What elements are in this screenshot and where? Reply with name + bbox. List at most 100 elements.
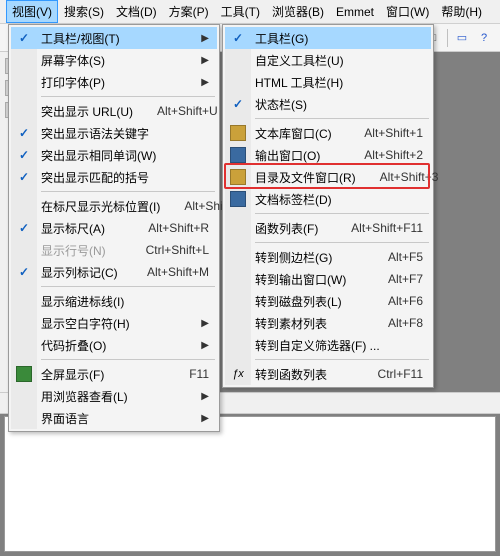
menu-item[interactable]: 转到侧边栏(G) Alt+F5 [225, 246, 431, 268]
menu-item-shortcut: Alt+Shift+3 [356, 170, 439, 184]
menu-item-label: 文档标签栏(D) [255, 191, 332, 208]
menu-item-shortcut: Alt+Shift+2 [340, 148, 423, 162]
menu-item[interactable]: 自定义工具栏(U) [225, 49, 431, 71]
func-icon: ƒx [230, 366, 246, 382]
menu-item[interactable]: 文档标签栏(D) [225, 188, 431, 210]
menu-item[interactable]: HTML 工具栏(H) [225, 71, 431, 93]
menu-item-label: 全屏显示(F) [41, 366, 104, 383]
menu-item-label: 显示行号(N) [41, 242, 106, 259]
menu-item-shortcut: Alt+F5 [364, 250, 423, 264]
check-icon: ✓ [16, 220, 32, 236]
menu-item-label: 转到磁盘列表(L) [255, 293, 342, 310]
menu-item-shortcut: Alt+F7 [364, 272, 423, 286]
toolbar-separator [447, 29, 448, 47]
menu-item-label: 转到侧边栏(G) [255, 249, 332, 266]
menu-item[interactable]: 转到素材列表Alt+F8 [225, 312, 431, 334]
menu-item[interactable]: 输出窗口(O) Alt+Shift+2 [225, 144, 431, 166]
menu-item-shortcut: Alt+Shift+U [133, 104, 218, 118]
menu-item[interactable]: ✓突出显示语法关键字 [11, 122, 217, 144]
menubar: 视图(V)搜索(S)文档(D)方案(P)工具(T)浏览器(B)Emmet窗口(W… [0, 0, 500, 24]
menubar-item[interactable]: 文档(D) [110, 0, 163, 23]
menu-item-label: 转到输出窗口(W) [255, 271, 346, 288]
menu-item-label: 突出显示相同单词(W) [41, 147, 156, 164]
menu-item-shortcut: Alt+Shift+R [124, 221, 209, 235]
check-icon: ✓ [16, 147, 32, 163]
output-icon [230, 147, 246, 163]
menu-separator [41, 359, 215, 360]
menu-item-shortcut: Alt+F6 [364, 294, 423, 308]
menubar-item[interactable]: Emmet [330, 2, 380, 22]
submenu-arrow-icon: ▶ [201, 413, 209, 424]
menu-item[interactable]: ✓工具栏/视图(T)▶ [11, 27, 217, 49]
menu-item[interactable]: ✓突出显示匹配的括号 [11, 166, 217, 188]
menu-item-shortcut: F11 [165, 367, 209, 381]
menu-separator [41, 191, 215, 192]
menu-item[interactable]: ✓显示列标记(C)Alt+Shift+M [11, 261, 217, 283]
menu-item[interactable]: 文本库窗口(C)Alt+Shift+1 [225, 122, 431, 144]
menu-item-label: HTML 工具栏(H) [255, 74, 343, 91]
menu-item-label: 打印字体(P) [41, 74, 105, 91]
menubar-item[interactable]: 浏览器(B) [266, 0, 330, 23]
fullscreen-icon [16, 366, 32, 382]
menu-item[interactable]: ✓ 突出显示相同单词(W) [11, 144, 217, 166]
menu-item[interactable]: ✓ 显示标尺(A) Alt+Shift+R [11, 217, 217, 239]
menu-item-shortcut: Ctrl+Shift+L [122, 243, 209, 257]
menu-item-label: 显示缩进标线(I) [41, 293, 124, 310]
folders-icon [230, 169, 246, 185]
menubar-item[interactable]: 窗口(W) [380, 0, 435, 23]
check-icon: ✓ [230, 30, 246, 46]
menu-item-label: 工具栏/视图(T) [41, 30, 120, 47]
menu-item[interactable]: 屏幕字体(S)▶ [11, 49, 217, 71]
menubar-item[interactable]: 帮助(H) [435, 0, 488, 23]
menubar-item[interactable]: 方案(P) [163, 0, 215, 23]
menubar-item[interactable]: 工具(T) [215, 0, 266, 23]
submenu-arrow-icon: ▶ [201, 391, 209, 402]
menu-item[interactable]: 在标尺显示光标位置(I)Alt+Shift+C [11, 195, 217, 217]
menu-item-label: 状态栏(S) [255, 96, 307, 113]
menu-item-label: 显示空白字符(H) [41, 315, 130, 332]
menu-item-label: 转到自定义筛选器(F) ... [255, 337, 380, 354]
menu-item[interactable]: 全屏显示(F) F11 [11, 363, 217, 385]
menu-separator [255, 359, 429, 360]
menubar-item[interactable]: 搜索(S) [58, 0, 110, 23]
menu-separator [255, 242, 429, 243]
menu-item[interactable]: 显示缩进标线(I) [11, 290, 217, 312]
menu-item-label: 工具栏(G) [255, 30, 308, 47]
menu-item-label: 屏幕字体(S) [41, 52, 105, 69]
menu-item[interactable]: 转到输出窗口(W) Alt+F7 [225, 268, 431, 290]
menu-item-shortcut: Alt+Shift+F11 [327, 221, 423, 235]
menu-item[interactable]: 函数列表(F)Alt+Shift+F11 [225, 217, 431, 239]
menu-separator [41, 96, 215, 97]
tabs-icon [230, 191, 246, 207]
check-icon: ✓ [16, 169, 32, 185]
menu-item-label: 转到素材列表 [255, 315, 327, 332]
toolbar-view-submenu: ✓ 工具栏(G) 自定义工具栏(U) HTML 工具栏(H) ✓ 状态栏(S) 文本库窗口(… [222, 24, 434, 388]
check-icon: ✓ [16, 125, 32, 141]
menu-item[interactable]: ✓ 工具栏(G) [225, 27, 431, 49]
menu-item[interactable]: ✓ 状态栏(S) [225, 93, 431, 115]
menu-item-label: 界面语言 [41, 410, 89, 427]
toolbar-button[interactable]: ▭ [452, 28, 472, 48]
menu-item[interactable]: 代码折叠(O)▶ [11, 334, 217, 356]
menu-item[interactable]: 突出显示 URL(U)Alt+Shift+U [11, 100, 217, 122]
menu-item[interactable]: ƒx转到函数列表Ctrl+F11 [225, 363, 431, 385]
menu-item[interactable]: 目录及文件窗口(R)Alt+Shift+3 [225, 166, 431, 188]
menu-item-label: 目录及文件窗口(R) [255, 169, 356, 186]
toolbar-help-button[interactable]: ? [474, 28, 494, 48]
menu-item[interactable]: 转到磁盘列表(L) Alt+F6 [225, 290, 431, 312]
menu-item[interactable]: 显示空白字符(H)▶ [11, 312, 217, 334]
check-icon: ✓ [230, 96, 246, 112]
menu-item[interactable]: 打印字体(P)▶ [11, 71, 217, 93]
menu-item[interactable]: 转到自定义筛选器(F) ... [225, 334, 431, 356]
menu-item-label: 显示标尺(A) [41, 220, 105, 237]
menu-item[interactable]: 用浏览器查看(L)▶ [11, 385, 217, 407]
menu-item-label: 输出窗口(O) [255, 147, 320, 164]
menu-item-shortcut: Alt+Shift+1 [340, 126, 423, 140]
menu-item: 显示行号(N) Ctrl+Shift+L [11, 239, 217, 261]
menubar-item[interactable]: 视图(V) [6, 0, 58, 23]
menu-item-label: 自定义工具栏(U) [255, 52, 344, 69]
menu-separator [41, 286, 215, 287]
menu-item[interactable]: 界面语言 ▶ [11, 407, 217, 429]
menu-separator [255, 118, 429, 119]
output-pane [4, 416, 496, 552]
